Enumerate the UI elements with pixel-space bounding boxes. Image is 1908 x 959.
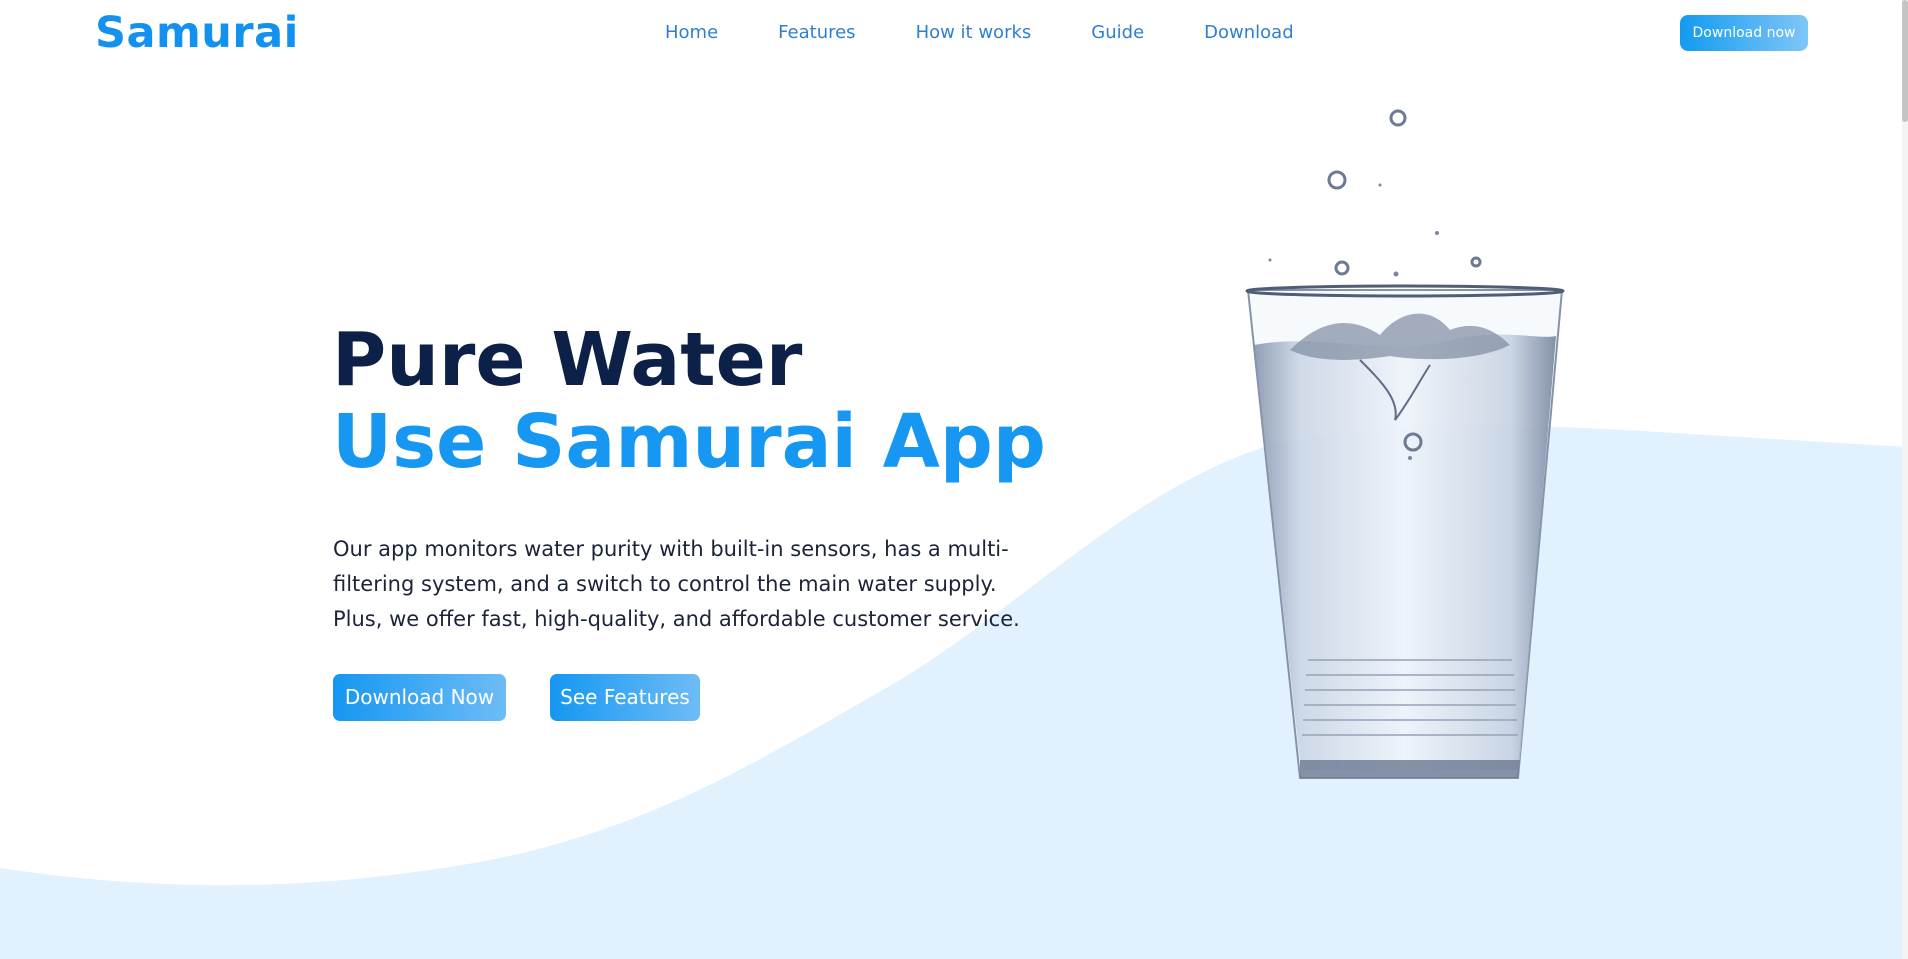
nav-item-features[interactable]: Features [778, 20, 855, 46]
nav-item-download[interactable]: Download [1204, 20, 1293, 46]
hero-description: Our app monitors water purity with built… [333, 537, 1020, 631]
nav-item-how-it-works[interactable]: How it works [916, 20, 1032, 46]
glass-of-water-image [1245, 109, 1565, 779]
main-nav: Home Features How it works Guide Downloa… [665, 20, 1294, 46]
nav-item-guide[interactable]: Guide [1091, 20, 1144, 46]
brand-logo[interactable]: Samurai [95, 8, 299, 58]
page-scrollbar[interactable] [1902, 0, 1908, 959]
header-download-button[interactable]: Download now [1680, 15, 1808, 51]
nav-item-home[interactable]: Home [665, 20, 718, 46]
download-now-button[interactable]: Download Now [333, 674, 506, 721]
see-features-button[interactable]: See Features [550, 674, 700, 721]
scrollbar-thumb[interactable] [1902, 0, 1908, 122]
site-header: Samurai Home Features How it works Guide… [0, 0, 1908, 68]
landing-page: Samurai Home Features How it works Guide… [0, 0, 1908, 959]
hero-title-line-1: Pure Water [332, 317, 803, 403]
hero-title-line-2: Use Samurai App [332, 399, 1046, 485]
